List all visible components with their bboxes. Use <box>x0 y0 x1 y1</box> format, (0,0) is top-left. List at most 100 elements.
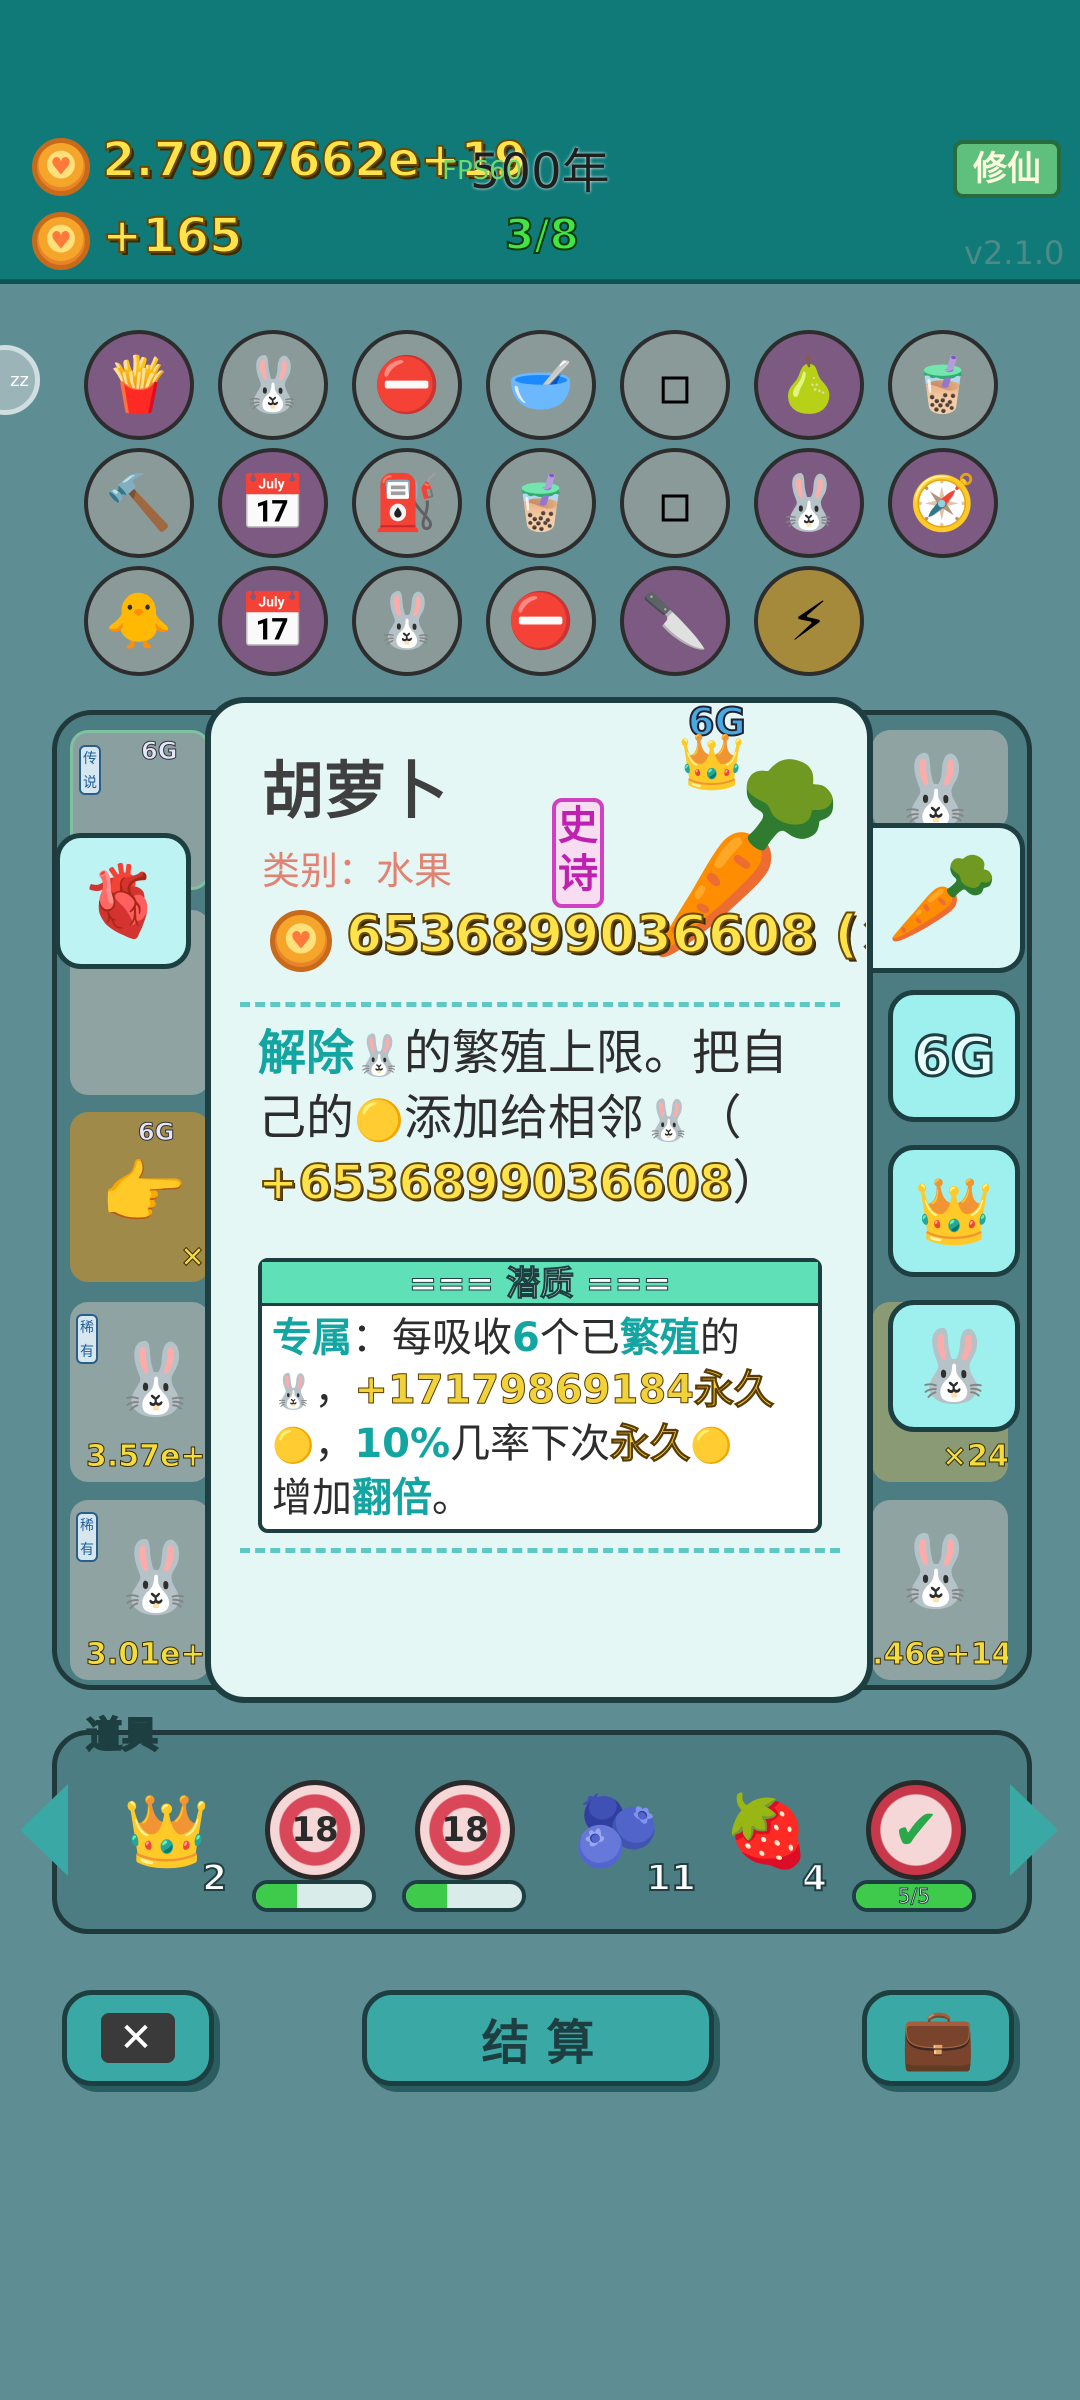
price-coin-icon <box>270 910 332 972</box>
hammer-icon[interactable]: 🔨 <box>84 448 194 558</box>
liver-button[interactable]: 🫀 <box>55 833 191 969</box>
crown-icon: 👑 <box>914 1174 994 1249</box>
lightning-icon[interactable]: ⚡ <box>754 566 864 676</box>
potential-title: === 潜质 === <box>262 1262 818 1306</box>
grade-label: 6G <box>140 737 178 766</box>
rare-bunny-cell[interactable]: 稀有 🐰 3.01e+ <box>70 1500 210 1680</box>
close-button[interactable]: ✕ <box>62 1990 214 2086</box>
stones-icon[interactable]: ▫ <box>620 330 730 440</box>
fries-icon[interactable]: 🍟 <box>84 330 194 440</box>
cell-multiplier: × <box>179 1239 206 1275</box>
bubble-tea-icon[interactable]: 🧋 <box>888 330 998 440</box>
legend-tag: 传说 <box>79 745 101 795</box>
rare-tag: 稀有 <box>76 1512 98 1562</box>
potential-keyword: 专属 <box>272 1315 352 1361</box>
version-label: v2.1.0 <box>964 234 1065 272</box>
briefcase-icon: 💼 <box>900 2003 976 2074</box>
carrot-tab[interactable]: 🥕 <box>865 823 1025 973</box>
target-number: 18 <box>441 1810 489 1850</box>
divider <box>240 1002 840 1007</box>
pump-icon[interactable]: ⛽ <box>352 448 462 558</box>
bunny-icon: 🐰 <box>643 1098 694 1144</box>
potential-text-part: 。 <box>432 1475 472 1521</box>
calendar-icon[interactable]: 📅 <box>218 566 328 676</box>
calendar-icon[interactable]: 📅 <box>218 448 328 558</box>
check-icon: ✔ <box>892 1797 940 1863</box>
income-amount: +165 <box>101 207 243 265</box>
desc-text: 添加给相邻 <box>403 1090 644 1146</box>
close-icon: ✕ <box>101 2013 175 2063</box>
bunny-button[interactable]: 🐰 <box>888 1300 1020 1432</box>
desc-value: +6536899036608 <box>257 1154 733 1212</box>
potential-text-part: 增加 <box>272 1475 352 1521</box>
stones-icon[interactable]: ▫ <box>620 448 730 558</box>
potential-permanent: 永久 <box>610 1421 691 1468</box>
bunny-icon: 🐰 <box>892 750 980 830</box>
crown-button[interactable]: 👑 <box>888 1145 1020 1277</box>
income-coin-icon <box>32 212 90 270</box>
potential-keyword: 翻倍 <box>352 1475 432 1521</box>
potential-text-part: 个已 <box>539 1315 620 1361</box>
bunny-icon: 🐰 <box>354 1033 404 1079</box>
cell-value: 3.01e+ <box>86 1637 207 1673</box>
target-progress <box>252 1880 376 1912</box>
chick-icon[interactable]: 🐥 <box>84 566 194 676</box>
cultivate-button[interactable]: 修仙 <box>953 140 1061 198</box>
target-item[interactable]: 18 <box>415 1780 515 1880</box>
bunny-icon: 🐰 <box>272 1372 315 1412</box>
carrot-icon: 🥕 <box>886 845 999 951</box>
potential-text-part: 的 <box>699 1315 740 1361</box>
check-progress-label: 5/5 <box>897 1884 931 1908</box>
pomelo-icon[interactable]: 🍐 <box>754 330 864 440</box>
liver-icon: 🫀 <box>79 859 167 942</box>
cell-multiplier: ×24 <box>942 1439 1008 1475</box>
bunny-cell-right[interactable]: 🐰 .46e+14 <box>872 1500 1008 1680</box>
gold-coin-icon <box>32 138 90 196</box>
bunny-icon[interactable]: 🐰 <box>754 448 864 558</box>
desc-text: ） <box>732 1155 781 1211</box>
potential-percent: 10% <box>354 1421 451 1467</box>
items-next-arrow[interactable] <box>1010 1784 1058 1876</box>
potential-text: 专属：每吸收6个已繁殖的 🐰，+17179869184永久 🟡，10%几率下次永… <box>272 1312 812 1524</box>
bunny-icon[interactable]: 🐰 <box>218 330 328 440</box>
bunny-icon: 🐰 <box>112 1338 200 1420</box>
minus-icon[interactable]: ⛔ <box>486 566 596 676</box>
target-progress-fill <box>256 1884 297 1908</box>
minus-icon[interactable]: ⛔ <box>352 330 462 440</box>
bubble-tea-icon[interactable]: 🧋 <box>486 448 596 558</box>
items-prev-arrow[interactable] <box>20 1784 68 1876</box>
crown-icon: 👑 <box>123 1789 211 1872</box>
finger-cell[interactable]: 6G 👉 × <box>70 1112 210 1282</box>
potential-text-part: ， <box>314 1367 355 1413</box>
target-number: 18 <box>291 1810 339 1850</box>
fps-indicator: FPS60 <box>442 156 523 186</box>
progress-counter: 3/8 <box>504 209 580 260</box>
items-label: 道具 <box>85 1714 159 1757</box>
divider <box>240 1548 840 1553</box>
potential-number: 6 <box>512 1315 540 1361</box>
potential-keyword: 繁殖 <box>619 1315 700 1361</box>
strawberry-icon: 🍓 <box>723 1789 811 1872</box>
rare-tag: 稀有 <box>76 1314 98 1364</box>
desc-keyword: 解除 <box>258 1025 355 1081</box>
compass-icon[interactable]: 🧭 <box>888 448 998 558</box>
settle-button[interactable]: 结 算 <box>362 1990 714 2086</box>
blueberry-count: 11 <box>645 1857 697 1900</box>
grade-6g-button[interactable]: 6G <box>888 990 1020 1122</box>
target-progress-fill <box>406 1884 447 1908</box>
check-item[interactable]: ✔ <box>866 1780 966 1880</box>
bag-button[interactable]: 💼 <box>862 1990 1014 2086</box>
bunny-icon[interactable]: 🐰 <box>352 566 462 676</box>
target-item[interactable]: 18 <box>265 1780 365 1880</box>
grade-label: 6G <box>137 1118 175 1147</box>
coin-icon: 🟡 <box>354 1098 404 1144</box>
cell-value: 3.57e+ <box>86 1439 207 1475</box>
bunny-cell-right[interactable]: 🐰 <box>872 730 1008 830</box>
rare-bunny-cell[interactable]: 稀有 🐰 3.57e+ <box>70 1302 210 1482</box>
bunny-icon: 🐰 <box>910 1324 998 1407</box>
cell-value: .46e+14 <box>872 1637 1008 1673</box>
check-progress: 5/5 <box>852 1880 976 1912</box>
potential-value: +17179869184永久 <box>354 1367 775 1414</box>
pet-bowl-icon[interactable]: 🥣 <box>486 330 596 440</box>
cleaver-icon[interactable]: 🔪 <box>620 566 730 676</box>
